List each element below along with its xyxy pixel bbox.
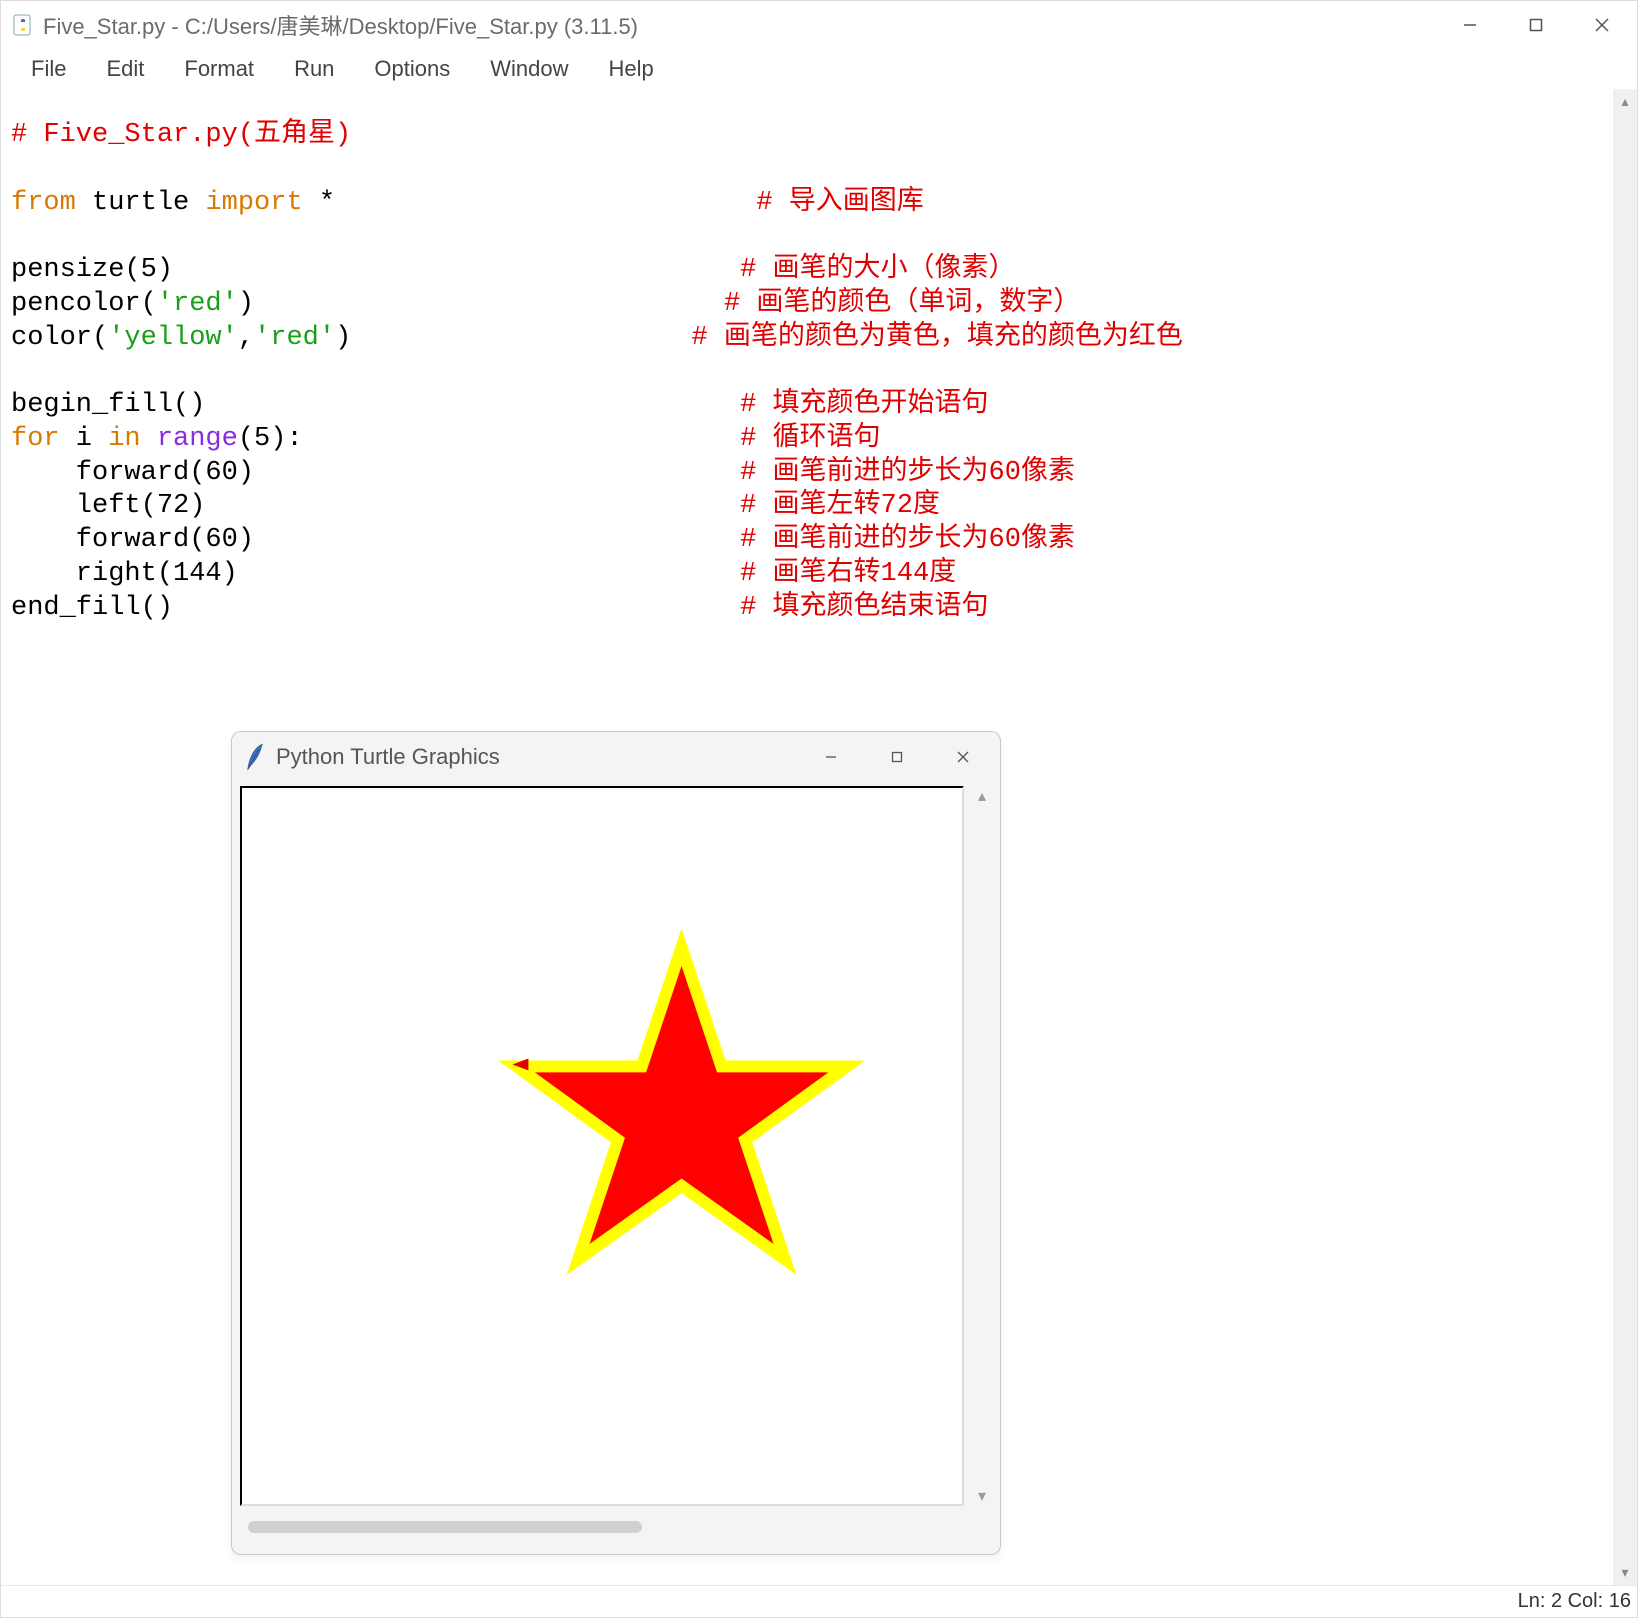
code-editor[interactable]: # Five_Star.py(五角星) from turtle import *… <box>1 89 1637 635</box>
code-comment: # 循环语句 <box>740 424 880 454</box>
code-comment: # 画笔左转72度 <box>740 491 940 521</box>
turtle-vscrollbar[interactable]: ▴ ▾ <box>970 786 994 1506</box>
code-comment: # 填充颜色结束语句 <box>740 593 988 623</box>
code-token: right(144) <box>11 559 238 589</box>
code-token: begin_fill() <box>11 390 205 420</box>
turtle-minimize-button[interactable] <box>798 735 864 779</box>
turtle-titlebar: Python Turtle Graphics <box>232 732 1000 782</box>
code-token: pensize(5) <box>11 255 173 285</box>
turtle-title: Python Turtle Graphics <box>276 744 500 770</box>
code-token: range <box>157 424 238 454</box>
code-comment: # 画笔前进的步长为60像素 <box>740 458 1075 488</box>
code-token: ) <box>335 323 351 353</box>
five-point-star-icon <box>516 947 846 1259</box>
idle-statusbar: Ln: 2 Col: 16 <box>1 1585 1637 1617</box>
turtle-canvas[interactable] <box>240 786 964 1506</box>
scroll-up-icon: ▴ <box>978 786 986 806</box>
menu-format[interactable]: Format <box>164 52 274 86</box>
code-token: left(72) <box>11 491 205 521</box>
code-comment: # 画笔的大小（像素） <box>740 255 1015 285</box>
code-token: i <box>60 424 109 454</box>
window-title: Five_Star.py - C:/Users/唐美琳/Desktop/Five… <box>43 9 638 41</box>
menu-edit[interactable]: Edit <box>86 52 164 86</box>
scroll-down-icon: ▾ <box>978 1486 986 1506</box>
code-comment: # 填充颜色开始语句 <box>740 390 988 420</box>
python-file-icon <box>9 11 37 39</box>
code-token: turtle <box>76 188 206 218</box>
code-token: from <box>11 188 76 218</box>
scroll-thumb[interactable] <box>248 1521 642 1533</box>
turtle-body: ▴ ▾ <box>232 782 1000 1554</box>
editor-scrollbar[interactable]: ▴ ▾ <box>1613 89 1637 1585</box>
turtle-hscrollbar[interactable] <box>240 1516 964 1538</box>
code-comment: # 画笔前进的步长为60像素 <box>740 525 1075 555</box>
turtle-close-button[interactable] <box>930 735 996 779</box>
code-string: 'red' <box>157 289 238 319</box>
menu-help[interactable]: Help <box>589 52 674 86</box>
scroll-down-icon: ▾ <box>1621 1564 1628 1581</box>
code-token: import <box>205 188 302 218</box>
turtle-maximize-button[interactable] <box>864 735 930 779</box>
maximize-button[interactable] <box>1503 3 1569 47</box>
code-string: 'yellow' <box>108 323 238 353</box>
menu-file[interactable]: File <box>11 52 86 86</box>
code-token: in <box>108 424 140 454</box>
close-button[interactable] <box>1569 3 1635 47</box>
status-text: Ln: 2 Col: 16 <box>1518 1590 1631 1613</box>
code-token: pencolor( <box>11 289 157 319</box>
code-comment: # 画笔的颜色（单词，数字） <box>724 289 1080 319</box>
star-shape <box>516 947 846 1259</box>
code-token: forward(60) <box>11 525 254 555</box>
menu-window[interactable]: Window <box>470 52 588 86</box>
feather-icon <box>244 742 266 772</box>
idle-window: Five_Star.py - C:/Users/唐美琳/Desktop/Five… <box>0 0 1638 1618</box>
scroll-up-icon: ▴ <box>1621 93 1628 110</box>
code-token: ) <box>238 289 254 319</box>
turtle-window: Python Turtle Graphics <box>231 731 1001 1555</box>
code-token: , <box>238 323 254 353</box>
code-comment: # 导入画图库 <box>756 188 923 218</box>
code-comment: # 画笔的颜色为黄色，填充的颜色为红色 <box>692 323 1183 353</box>
code-string: 'red' <box>254 323 335 353</box>
menu-options[interactable]: Options <box>354 52 470 86</box>
code-token: (5): <box>238 424 303 454</box>
idle-menubar: File Edit Format Run Options Window Help <box>1 49 1637 89</box>
idle-titlebar: Five_Star.py - C:/Users/唐美琳/Desktop/Five… <box>1 1 1637 49</box>
code-comment: # 画笔右转144度 <box>740 559 956 589</box>
code-token: end_fill() <box>11 593 173 623</box>
code-token: for <box>11 424 60 454</box>
code-token: forward(60) <box>11 458 254 488</box>
code-token: color( <box>11 323 108 353</box>
code-token: * <box>303 188 335 218</box>
minimize-button[interactable] <box>1437 3 1503 47</box>
code-line: # Five_Star.py(五角星) <box>11 120 351 150</box>
menu-run[interactable]: Run <box>274 52 354 86</box>
